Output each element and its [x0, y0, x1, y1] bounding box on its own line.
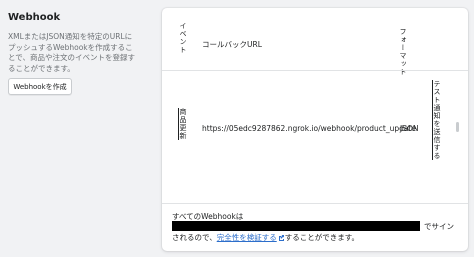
row-format: JSON	[400, 124, 419, 133]
section-title: Webhook	[8, 12, 61, 23]
row-event: 商品更新	[178, 108, 188, 140]
horizontal-scroll-handle[interactable]	[456, 122, 459, 132]
send-test-notification-link[interactable]: テスト通知を送信する	[433, 80, 441, 160]
table-footer-divider	[162, 203, 468, 204]
footer-line2-suffix: することができます。	[284, 233, 359, 242]
webhook-card: イベント コールバックURL フォーマット 商品更新 https://05edc…	[162, 8, 468, 251]
footer-line2-prefix: されるので、	[172, 233, 217, 242]
redacted-secret	[172, 221, 420, 231]
create-webhook-button[interactable]: Webhookを作成	[8, 78, 72, 95]
column-header-event: イベント	[179, 22, 187, 54]
section-description: XMLまたはJSON通知を特定のURLにプッシュするWebhookを作成すること…	[8, 32, 135, 73]
verify-integrity-link[interactable]: 完全性を検証する	[217, 233, 277, 242]
column-header-callback-url: コールバックURL	[202, 40, 262, 49]
external-link-icon	[278, 234, 284, 241]
event-link[interactable]: 商品更新	[179, 108, 187, 140]
row-action: テスト通知を送信する	[432, 80, 442, 160]
table-header-divider	[162, 70, 468, 71]
column-header-format: フォーマット	[399, 28, 407, 76]
footer-line2: されるので、完全性を検証する することができます。	[172, 232, 359, 243]
row-callback-url: https://05edc9287862.ngrok.io/webhook/pr…	[202, 124, 416, 133]
footer-line1-suffix: でサイン	[424, 222, 454, 231]
